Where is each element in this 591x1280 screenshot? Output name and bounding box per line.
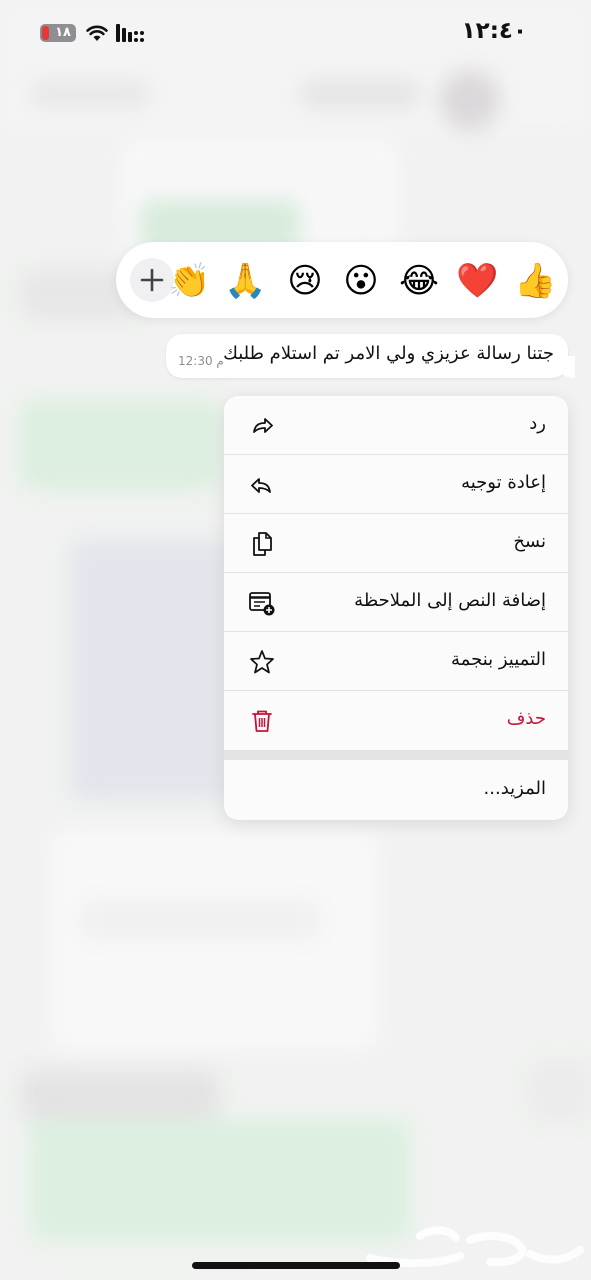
- status-time: ١٢:٤٠: [461, 18, 527, 44]
- menu-item-label: نسخ: [513, 531, 546, 552]
- reaction-bar: 👏 🙏 😢 😮 😂 ❤️ 👍: [116, 242, 568, 318]
- reaction-red-heart[interactable]: ❤️: [456, 260, 498, 302]
- menu-item-label: إعادة توجيه: [461, 472, 546, 493]
- menu-item-label: حذف: [506, 708, 546, 729]
- menu-item-more[interactable]: المزيد...: [224, 760, 568, 820]
- battery-level: ١٨: [55, 25, 71, 40]
- reaction-surprised[interactable]: 😮: [340, 260, 382, 302]
- message-bubble[interactable]: جتنا رسالة عزيزي ولي الامر تم استلام طلب…: [166, 334, 575, 378]
- wifi-icon: [86, 25, 108, 41]
- menu-separator: [224, 750, 568, 760]
- menu-item-label: إضافة النص إلى الملاحظة: [354, 590, 546, 611]
- menu-item-label: المزيد...: [483, 778, 546, 799]
- battery-icon: ١٨: [40, 24, 76, 42]
- message-context-menu: رد إعادة توجيه نسخ إضافة النص إلى الملاح…: [224, 396, 568, 820]
- reaction-folded-hands[interactable]: 🙏: [224, 260, 266, 302]
- reply-icon: [253, 418, 273, 433]
- reaction-thumbs-up[interactable]: 👍: [514, 260, 556, 302]
- menu-item-label: رد: [529, 413, 546, 434]
- menu-item-reply[interactable]: رد: [224, 396, 568, 455]
- message-time: 12:30 م: [178, 354, 224, 368]
- add-note-icon: [249, 592, 275, 616]
- star-icon: [250, 650, 274, 674]
- menu-item-forward[interactable]: إعادة توجيه: [224, 455, 568, 514]
- message-text: جتنا رسالة عزيزي ولي الامر تم استلام طلب…: [223, 343, 554, 364]
- trash-icon: [252, 710, 272, 732]
- menu-item-label: التمييز بنجمة: [451, 649, 546, 670]
- forward-icon: [251, 478, 271, 493]
- signal-icon: [116, 24, 144, 42]
- menu-item-delete[interactable]: حذف: [224, 691, 568, 750]
- reaction-laughing-tears[interactable]: 😂: [398, 260, 440, 302]
- plus-icon: [140, 268, 164, 292]
- menu-item-add-to-note[interactable]: إضافة النص إلى الملاحظة: [224, 573, 568, 632]
- copy-icon: [253, 532, 272, 556]
- menu-item-star[interactable]: التمييز بنجمة: [224, 632, 568, 691]
- watermark-logo: [366, 1226, 584, 1268]
- reaction-crying[interactable]: 😢: [284, 260, 326, 302]
- reaction-clapping-hands[interactable]: 👏: [168, 260, 210, 302]
- status-bar: ١٨ ١٢:٤٠: [0, 0, 591, 64]
- home-indicator: [192, 1262, 400, 1269]
- menu-item-copy[interactable]: نسخ: [224, 514, 568, 573]
